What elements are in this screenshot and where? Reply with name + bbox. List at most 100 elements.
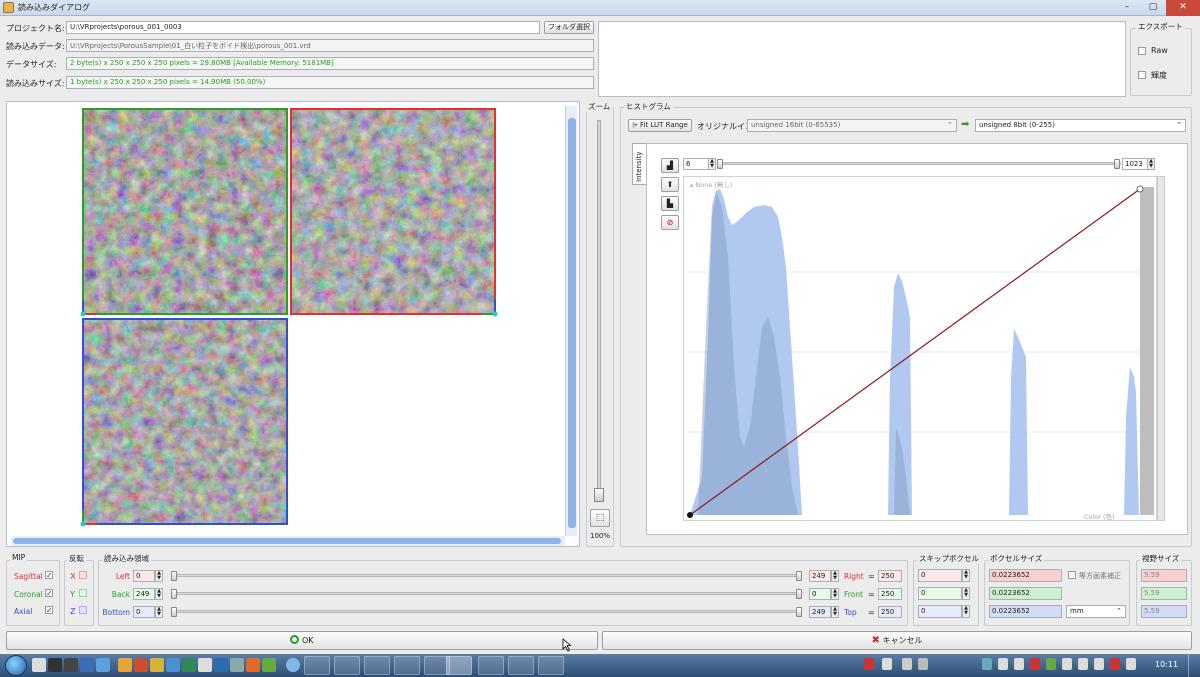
region-top-spinner[interactable]: ▲ ▼ bbox=[831, 606, 839, 618]
target-type-select[interactable]: unsigned 8bit (0-255) ⌃ bbox=[975, 119, 1186, 132]
region-z-max-thumb[interactable] bbox=[796, 607, 802, 617]
region-right-spinner[interactable]: ▲ ▼ bbox=[831, 570, 839, 582]
lut-handle-min[interactable] bbox=[687, 512, 693, 518]
app-icon-2[interactable] bbox=[96, 658, 110, 672]
task-firefox[interactable] bbox=[364, 656, 390, 675]
slice-vertical-scrollbar[interactable] bbox=[565, 106, 577, 536]
tab-intensity[interactable]: Intensity bbox=[632, 143, 646, 185]
tray-icon-7[interactable] bbox=[1014, 658, 1024, 670]
region-front-spinner[interactable]: ▲ ▼ bbox=[831, 588, 839, 600]
desktop-icon[interactable] bbox=[32, 658, 46, 672]
mip-coronal-checkbox[interactable] bbox=[45, 589, 53, 597]
range-min-spinner[interactable]: ▲ ▼ bbox=[708, 158, 716, 170]
ok-button[interactable]: OK bbox=[6, 631, 598, 650]
tray-icon-9[interactable] bbox=[1046, 658, 1056, 670]
fit-view-icon[interactable]: ⬚ bbox=[590, 509, 610, 527]
tray-icon-1[interactable] bbox=[864, 658, 874, 670]
fit-lut-range-button[interactable]: ⩥ Fit LUT Range bbox=[628, 119, 692, 132]
folder-icon[interactable] bbox=[118, 658, 132, 672]
mip-sagittal-checkbox[interactable] bbox=[45, 571, 53, 579]
raw-checkbox[interactable] bbox=[1138, 47, 1146, 55]
tray-icon-13[interactable] bbox=[1110, 658, 1120, 670]
app-icon-3[interactable] bbox=[134, 658, 148, 672]
skip-z-spinner[interactable]: ▲ ▼ bbox=[962, 605, 970, 618]
region-back-input[interactable]: 249 bbox=[133, 588, 155, 600]
slice-view[interactable] bbox=[6, 101, 580, 547]
region-y-slider-track[interactable] bbox=[172, 592, 802, 595]
region-x-min-thumb[interactable] bbox=[171, 571, 177, 581]
tray-icon-14[interactable] bbox=[1126, 658, 1136, 670]
region-left-spinner[interactable]: ▲ ▼ bbox=[155, 570, 163, 582]
arrow-up-icon[interactable]: ⬆ bbox=[661, 177, 679, 192]
region-y-min-thumb[interactable] bbox=[171, 589, 177, 599]
skip-z-input[interactable]: 0 bbox=[918, 605, 962, 618]
tray-icon-11[interactable] bbox=[1078, 658, 1088, 670]
lut-handle-max[interactable] bbox=[1136, 185, 1144, 193]
range-max-spinner[interactable]: ▲ ▼ bbox=[1147, 158, 1155, 170]
region-y-max-thumb[interactable] bbox=[796, 589, 802, 599]
app-icon-6[interactable] bbox=[182, 658, 196, 672]
region-bottom-input[interactable]: 0 bbox=[133, 606, 155, 618]
tray-icon-10[interactable] bbox=[1062, 658, 1072, 670]
task-chrome[interactable] bbox=[478, 656, 504, 675]
isotropic-checkbox[interactable] bbox=[1068, 571, 1076, 579]
skip-y-spinner[interactable]: ▲ ▼ bbox=[962, 587, 970, 600]
reset-icon[interactable]: ⊘ bbox=[661, 215, 679, 230]
ie-icon[interactable] bbox=[286, 658, 300, 672]
region-x-slider-track[interactable] bbox=[172, 574, 802, 577]
slice-vertical-scroll-thumb[interactable] bbox=[568, 118, 576, 528]
histogram-mode-icon[interactable]: ▟ bbox=[661, 158, 679, 173]
region-left-input[interactable]: 0 bbox=[133, 570, 155, 582]
range-slider-track[interactable] bbox=[719, 162, 1121, 165]
app-icon-11[interactable] bbox=[262, 658, 276, 672]
console-icon[interactable] bbox=[64, 658, 78, 672]
region-top-input[interactable]: 249 bbox=[809, 606, 831, 618]
minimize-button[interactable]: – bbox=[1114, 0, 1140, 16]
task-folder[interactable] bbox=[538, 656, 564, 675]
coronal-slice-image[interactable] bbox=[83, 109, 287, 314]
tray-icon-6[interactable] bbox=[998, 658, 1008, 670]
terminal-icon[interactable] bbox=[48, 658, 62, 672]
app-icon-9[interactable] bbox=[230, 658, 244, 672]
app-icon-10[interactable] bbox=[246, 658, 260, 672]
close-button[interactable]: ✕ bbox=[1166, 0, 1200, 16]
task-media[interactable] bbox=[334, 656, 360, 675]
zoom-slider-thumb[interactable] bbox=[594, 488, 604, 502]
sagittal-slice-image[interactable] bbox=[291, 109, 495, 314]
slice-horizontal-scrollbar[interactable] bbox=[11, 536, 565, 546]
axial-slice-image[interactable] bbox=[83, 319, 287, 524]
folder-select-button[interactable]: フォルダ選択 bbox=[544, 21, 594, 34]
app-icon-4[interactable] bbox=[150, 658, 164, 672]
skip-x-input[interactable]: 0 bbox=[918, 569, 962, 582]
tray-icon-8[interactable] bbox=[1030, 658, 1040, 670]
region-z-slider-track[interactable] bbox=[172, 610, 802, 613]
region-z-min-thumb[interactable] bbox=[171, 607, 177, 617]
tray-icon-2[interactable] bbox=[882, 658, 892, 670]
region-right-input[interactable]: 249 bbox=[809, 570, 831, 582]
cancel-button[interactable]: ✖ キャンセル bbox=[602, 631, 1192, 650]
tray-icon-12[interactable] bbox=[1094, 658, 1104, 670]
task-explorer[interactable] bbox=[304, 656, 330, 675]
voxel-z-input[interactable]: 0.0223652 bbox=[989, 605, 1062, 618]
voxel-y-input[interactable]: 0.0223652 bbox=[989, 587, 1062, 600]
histogram-chart[interactable]: ▴ None (無し) Color (色) bbox=[683, 176, 1157, 521]
zoom-slider-track[interactable] bbox=[597, 120, 601, 490]
project-name-input[interactable]: U:\VRprojects\porous_001_0003 bbox=[66, 21, 540, 34]
task-word[interactable] bbox=[508, 656, 534, 675]
luminance-checkbox[interactable] bbox=[1138, 71, 1146, 79]
app-icon-1[interactable] bbox=[80, 658, 94, 672]
flip-x-checkbox[interactable] bbox=[79, 571, 87, 579]
tray-icon-5[interactable] bbox=[982, 658, 992, 670]
slice-horizontal-scroll-thumb[interactable] bbox=[13, 538, 561, 544]
range-max-thumb[interactable] bbox=[1114, 159, 1120, 169]
region-back-spinner[interactable]: ▲ ▼ bbox=[155, 588, 163, 600]
app-icon-7[interactable] bbox=[198, 658, 212, 672]
region-bottom-spinner[interactable]: ▲ ▼ bbox=[155, 606, 163, 618]
task-active-app[interactable] bbox=[446, 656, 472, 675]
start-button[interactable] bbox=[5, 655, 27, 676]
skip-x-spinner[interactable]: ▲ ▼ bbox=[962, 569, 970, 582]
range-max-input[interactable]: 1023 bbox=[1122, 158, 1148, 170]
original-type-select[interactable]: unsigned 16bit (0-65535) ⌃ bbox=[747, 119, 957, 132]
flip-y-checkbox[interactable] bbox=[79, 589, 87, 597]
flip-z-checkbox[interactable] bbox=[79, 606, 87, 614]
